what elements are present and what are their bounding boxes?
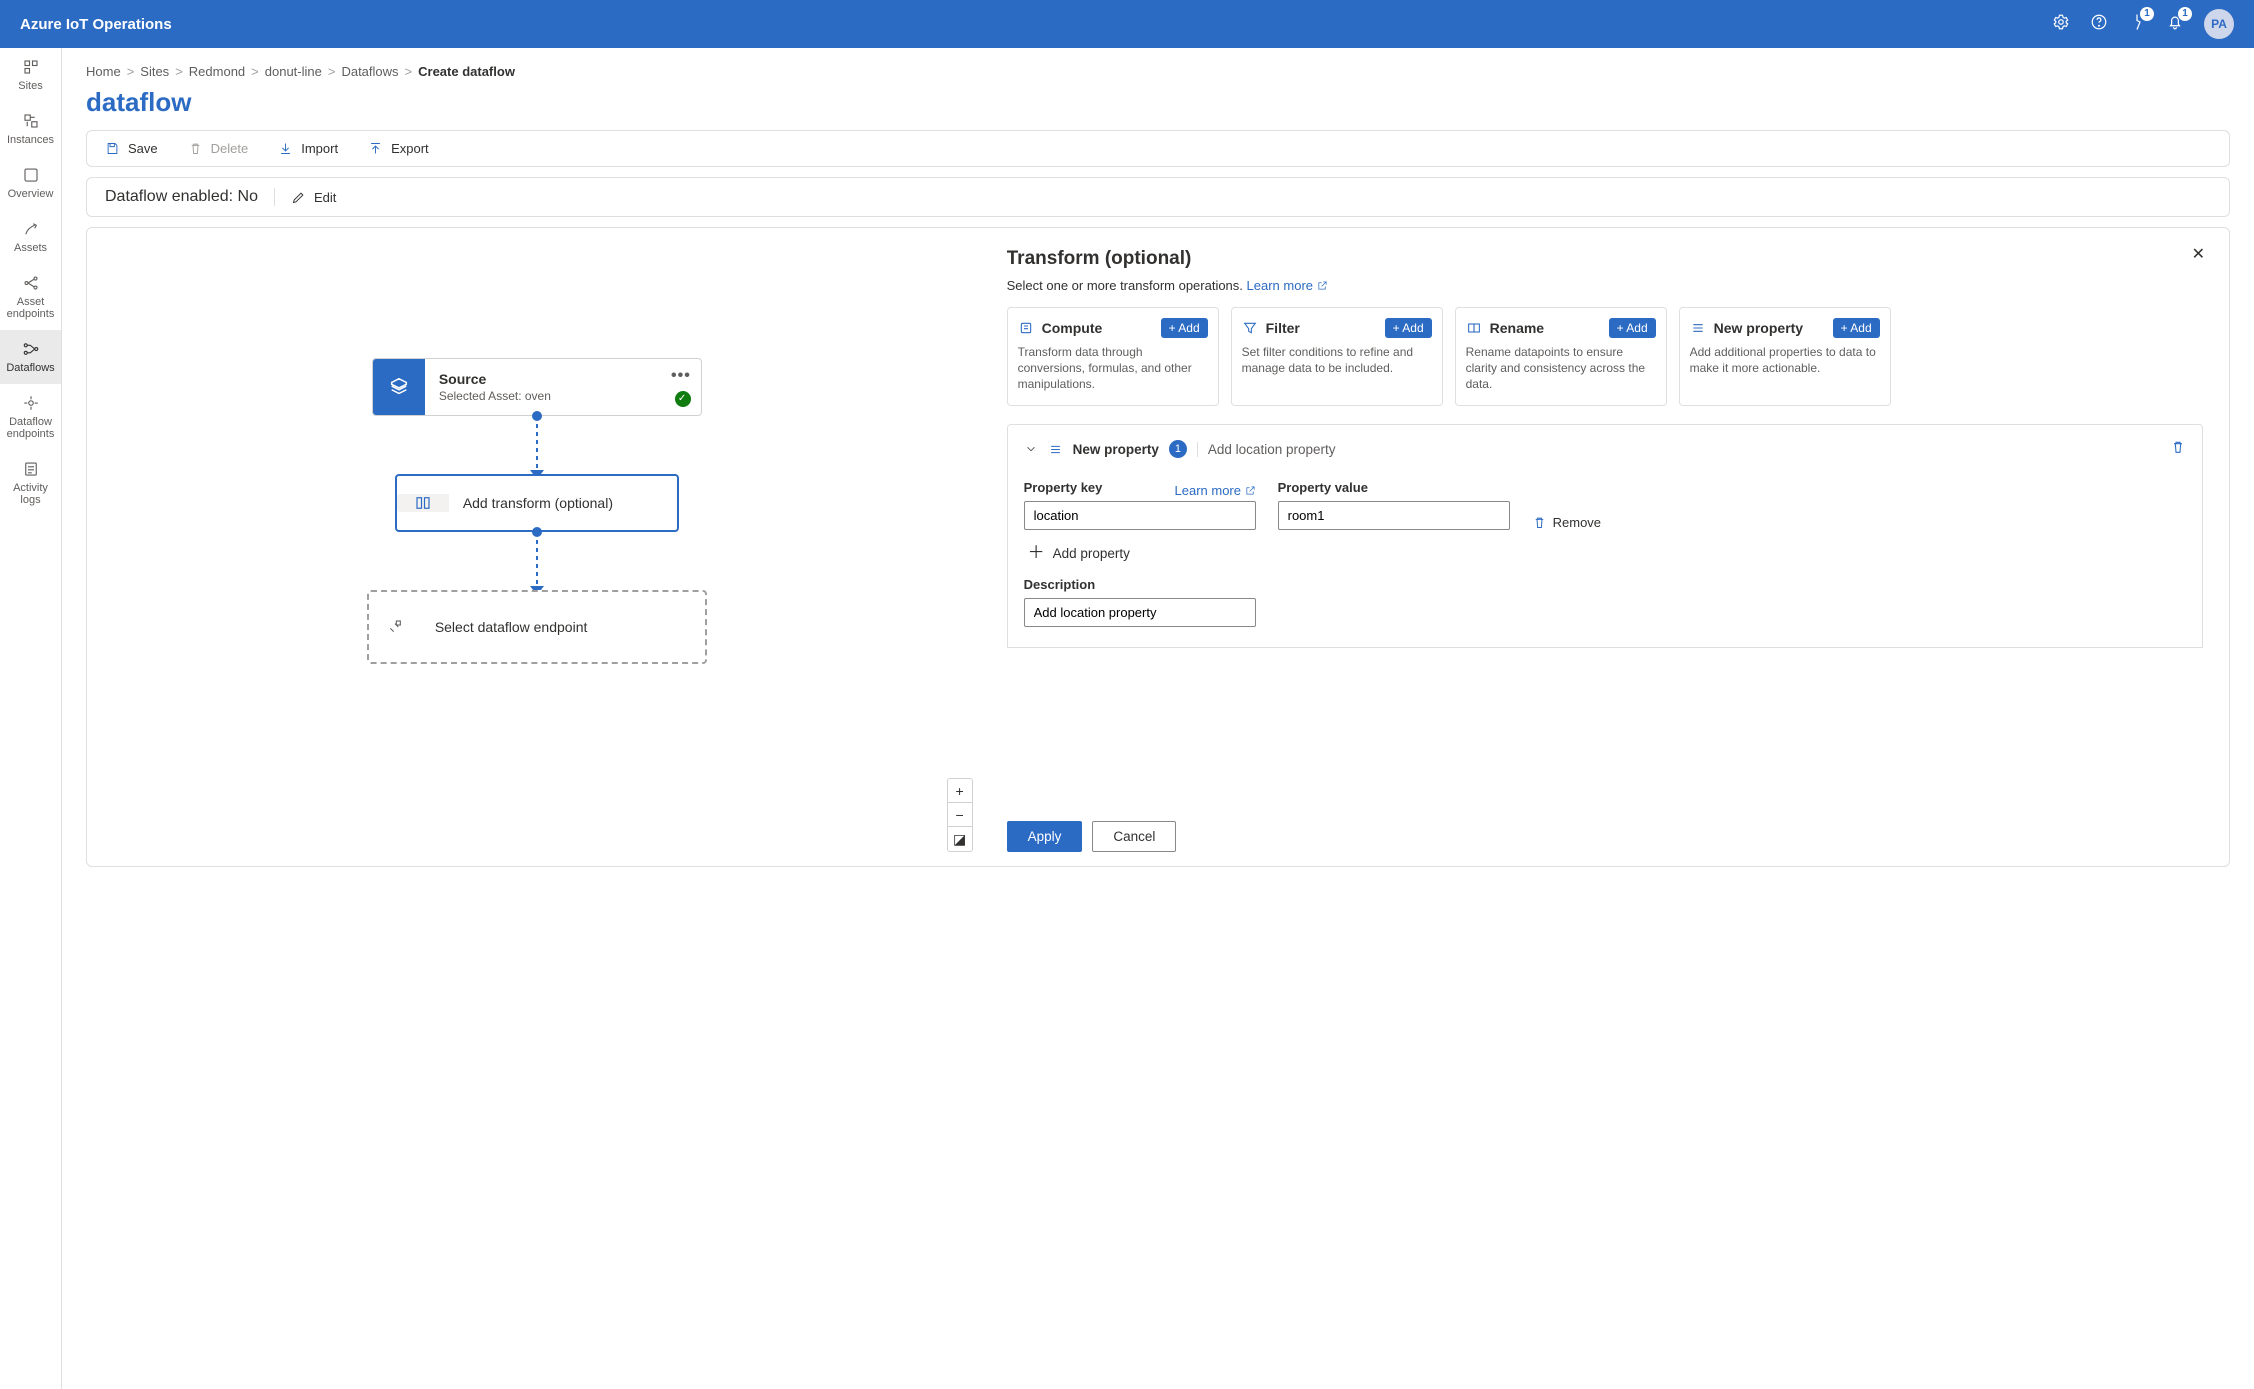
add-filter-button[interactable]: + Add: [1385, 318, 1432, 338]
delete-button: Delete: [188, 141, 249, 156]
node-endpoint[interactable]: Select dataflow endpoint: [367, 590, 707, 664]
learn-more-key-link[interactable]: Learn more: [1175, 483, 1256, 498]
left-nav: Sites Instances Overview Assets Asset en…: [0, 48, 62, 1389]
diagnostics-icon[interactable]: 1: [2128, 13, 2146, 36]
card-new-property: New property+ Add Add additional propert…: [1679, 307, 1891, 406]
app-title: Azure IoT Operations: [20, 16, 2052, 33]
nav-dataflow-endpoints[interactable]: Dataflow endpoints: [0, 384, 61, 450]
avatar[interactable]: PA: [2204, 9, 2234, 39]
list-icon: [1048, 442, 1063, 457]
crumb-redmond[interactable]: Redmond: [189, 64, 245, 79]
nav-asset-endpoints[interactable]: Asset endpoints: [0, 264, 61, 330]
chevron-down-icon[interactable]: [1024, 442, 1038, 456]
add-compute-button[interactable]: + Add: [1161, 318, 1208, 338]
crumb-dataflows[interactable]: Dataflows: [341, 64, 398, 79]
stage: Source Selected Asset: oven ••• Add tran…: [86, 227, 2230, 867]
zoom-controls: + − ◪: [947, 778, 973, 852]
card-filter: Filter+ Add Set filter conditions to ref…: [1231, 307, 1443, 406]
panel-title: Transform (optional): [1007, 248, 2203, 270]
status-bar: Dataflow enabled: No Edit: [86, 177, 2230, 217]
crumb-home[interactable]: Home: [86, 64, 121, 79]
apply-button[interactable]: Apply: [1007, 821, 1083, 852]
card-rename: Rename+ Add Rename datapoints to ensure …: [1455, 307, 1667, 406]
property-key-input[interactable]: [1024, 501, 1256, 530]
settings-icon[interactable]: [2052, 13, 2070, 36]
add-rename-button[interactable]: + Add: [1609, 318, 1656, 338]
canvas: Source Selected Asset: oven ••• Add tran…: [87, 228, 987, 866]
crumb-sites[interactable]: Sites: [140, 64, 169, 79]
transform-panel: ✕ Transform (optional) Select one or mor…: [987, 228, 2229, 866]
nav-activity-logs[interactable]: Activity logs: [0, 450, 61, 516]
help-icon[interactable]: [2090, 13, 2108, 36]
node-source[interactable]: Source Selected Asset: oven •••: [372, 358, 702, 416]
zoom-in-button[interactable]: +: [948, 779, 972, 803]
crumb-current: Create dataflow: [418, 64, 515, 79]
nav-dataflows[interactable]: Dataflows: [0, 330, 61, 384]
card-compute: Compute+ Add Transform data through conv…: [1007, 307, 1219, 406]
command-bar: Save Delete Import Export: [86, 130, 2230, 167]
description-input[interactable]: [1024, 598, 1256, 627]
import-button[interactable]: Import: [278, 141, 338, 156]
page-title: dataflow: [86, 87, 2230, 118]
add-new-property-button[interactable]: + Add: [1833, 318, 1880, 338]
breadcrumb: Home> Sites> Redmond> donut-line> Datafl…: [86, 64, 2230, 79]
remove-property-button[interactable]: Remove: [1532, 515, 1601, 530]
zoom-out-button[interactable]: −: [948, 803, 972, 827]
export-button[interactable]: Export: [368, 141, 429, 156]
nav-assets[interactable]: Assets: [0, 210, 61, 264]
zoom-fit-button[interactable]: ◪: [948, 827, 972, 851]
nav-instances[interactable]: Instances: [0, 102, 61, 156]
node-transform[interactable]: Add transform (optional): [395, 474, 679, 532]
nav-sites[interactable]: Sites: [0, 48, 61, 102]
new-property-section: New property 1 Add location property Pro…: [1007, 424, 2203, 648]
property-value-input[interactable]: [1278, 501, 1510, 530]
node-source-more-icon[interactable]: •••: [671, 367, 691, 385]
count-badge: 1: [1169, 440, 1187, 458]
nav-overview[interactable]: Overview: [0, 156, 61, 210]
crumb-donut-line[interactable]: donut-line: [265, 64, 322, 79]
top-bar: Azure IoT Operations 1 1 PA: [0, 0, 2254, 48]
add-property-button[interactable]: ＋Add property: [1028, 546, 2186, 561]
dataflow-enabled-label: Dataflow enabled: No: [105, 188, 258, 206]
cancel-button[interactable]: Cancel: [1092, 821, 1176, 852]
delete-section-button[interactable]: [2170, 439, 2186, 460]
check-icon: [675, 391, 691, 407]
main: Home> Sites> Redmond> donut-line> Datafl…: [62, 48, 2254, 1389]
notifications-icon[interactable]: 1: [2166, 13, 2184, 36]
learn-more-link[interactable]: Learn more: [1247, 278, 1328, 293]
save-button[interactable]: Save: [105, 141, 158, 156]
edit-button[interactable]: Edit: [291, 190, 336, 205]
